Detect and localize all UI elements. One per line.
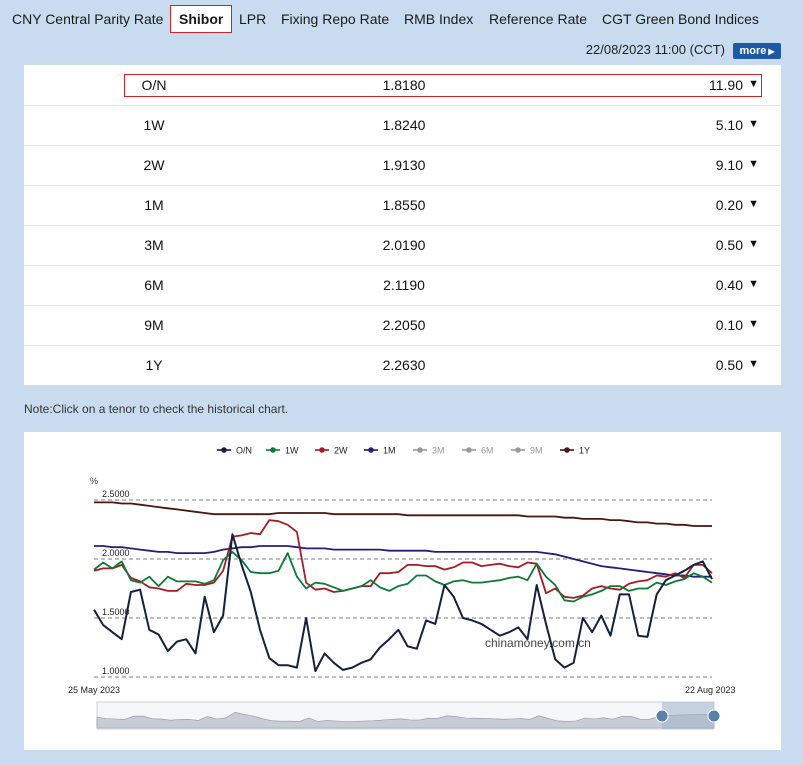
legend-marker: [221, 447, 227, 453]
more-label: more: [739, 45, 767, 57]
navigator-right-handle[interactable]: [707, 709, 721, 723]
legend-label: 9M: [530, 446, 543, 456]
change-value: 0.40: [715, 277, 743, 293]
chart-gridlines: [94, 499, 712, 678]
y-tick-label: 2.5000: [102, 489, 130, 499]
change-value: 0.10: [715, 317, 743, 333]
y-tick-label: 1.0000: [102, 666, 130, 676]
chart-series: [93, 501, 713, 673]
legend-label: 2W: [334, 446, 348, 456]
rate-value: 2.1190: [383, 277, 425, 293]
legend-item-3m[interactable]: 3M: [413, 446, 445, 456]
change-value: 0.20: [715, 197, 743, 213]
tab-bar: CNY Central Parity Rate Shibor LPR Fixin…: [0, 0, 803, 36]
chart-legend: O/N 1W 2W 1M 3M 6M 9M 1Y: [217, 446, 590, 456]
legend-marker: [564, 447, 570, 453]
series-line-on: [93, 533, 713, 673]
tenor-label: 9M: [144, 317, 164, 333]
rate-value: 1.8240: [382, 117, 426, 133]
tenor-label: 3M: [144, 237, 164, 253]
tenor-label: 1Y: [145, 357, 163, 373]
down-triangle-icon: ▼: [748, 118, 759, 130]
chart-watermark: chinamoney.com.cn: [485, 636, 591, 650]
legend-label: 1W: [285, 446, 299, 456]
rate-row-2w[interactable]: 2W 1.9130 9.10 ▼: [24, 145, 781, 186]
x-end-label: 22 Aug 2023: [685, 685, 736, 695]
change-value: 5.10: [715, 117, 743, 133]
legend-label: O/N: [236, 446, 252, 456]
more-button[interactable]: more ▶: [733, 43, 781, 59]
y-axis-label: %: [90, 476, 98, 486]
legend-item-2w[interactable]: 2W: [315, 446, 348, 456]
rate-value: 1.8550: [382, 197, 426, 213]
chart-panel: O/N 1W 2W 1M 3M 6M 9M 1Y % 2.5000 2.0000 1.5000 1.…: [24, 432, 781, 750]
legend-label: 6M: [481, 446, 494, 456]
legend-item-1y[interactable]: 1Y: [560, 446, 590, 456]
change-value: 11.90: [709, 77, 743, 93]
legend-marker: [270, 447, 276, 453]
tab-cgt-green-bond-indices[interactable]: CGT Green Bond Indices: [602, 5, 759, 33]
change-value: 9.10: [715, 157, 743, 173]
tenor-label: 1W: [143, 117, 165, 133]
y-tick-label: 2.0000: [102, 548, 130, 558]
tenor-label: 1M: [144, 197, 164, 213]
rate-value: 1.9130: [382, 157, 426, 173]
down-triangle-icon: ▼: [748, 358, 759, 370]
rate-value: 2.2050: [382, 317, 426, 333]
rate-row-1m[interactable]: 1M 1.8550 0.20 ▼: [24, 185, 781, 226]
tab-fixing-repo-rate[interactable]: Fixing Repo Rate: [281, 5, 389, 33]
rate-row-1w[interactable]: 1W 1.8240 5.10 ▼: [24, 105, 781, 146]
x-start-label: 25 May 2023: [68, 685, 120, 695]
legend-item-1m[interactable]: 1M: [364, 446, 396, 456]
legend-item-on[interactable]: O/N: [217, 446, 252, 456]
navigator-selected-range[interactable]: [662, 702, 714, 729]
shibor-history-chart: O/N 1W 2W 1M 3M 6M 9M 1Y % 2.50002.00001.50001.…: [68, 446, 736, 730]
tenor-label: 2W: [143, 157, 165, 173]
series-line-1y: [94, 501, 712, 527]
legend-marker: [319, 447, 325, 453]
tab-lpr[interactable]: LPR: [239, 5, 266, 33]
legend-marker: [417, 447, 423, 453]
legend-marker: [466, 447, 472, 453]
legend-label: 3M: [432, 446, 445, 456]
range-navigator[interactable]: [96, 701, 721, 730]
update-timestamp: 22/08/2023 11:00 (CCT): [585, 42, 725, 57]
tab-cny-central-parity-rate[interactable]: CNY Central Parity Rate: [12, 5, 163, 33]
legend-label: 1M: [383, 446, 396, 456]
legend-item-6m[interactable]: 6M: [462, 446, 494, 456]
tab-rmb-index[interactable]: RMB Index: [404, 5, 473, 33]
tenor-label: 6M: [144, 277, 164, 293]
legend-marker: [368, 447, 374, 453]
legend-item-9m[interactable]: 9M: [511, 446, 543, 456]
tab-shibor[interactable]: Shibor: [170, 5, 233, 33]
change-value: 0.50: [715, 357, 743, 373]
navigator-left-handle[interactable]: [655, 709, 669, 723]
rate-row-9m[interactable]: 9M 2.2050 0.10 ▼: [24, 305, 781, 346]
legend-label: 1Y: [579, 446, 590, 456]
change-value: 0.50: [715, 237, 743, 253]
rate-value: 2.2630: [382, 357, 426, 373]
rate-row-1y[interactable]: 1Y 2.2630 0.50 ▼: [24, 345, 781, 385]
y-axis-ticks: 2.50002.00001.50001.0000: [102, 489, 130, 676]
rate-row-3m[interactable]: 3M 2.0190 0.50 ▼: [24, 225, 781, 266]
rate-value: 2.0190: [382, 237, 426, 253]
play-arrow-icon: ▶: [768, 47, 775, 56]
shibor-rate-table: O/N 1.8180 11.90 ▼ 1W 1.8240 5.10 ▼ 2W 1…: [24, 65, 781, 385]
down-triangle-icon: ▼: [748, 238, 759, 250]
tab-reference-rate[interactable]: Reference Rate: [489, 5, 587, 33]
down-triangle-icon: ▼: [748, 78, 759, 90]
down-triangle-icon: ▼: [748, 278, 759, 290]
rate-row-6m[interactable]: 6M 2.1190 0.40 ▼: [24, 265, 781, 306]
rate-row-on[interactable]: O/N 1.8180 11.90 ▼: [24, 65, 781, 106]
series-line-1m: [94, 545, 712, 578]
help-note: Note:Click on a tenor to check the histo…: [24, 402, 289, 416]
tenor-label: O/N: [141, 77, 167, 93]
rate-value: 1.8180: [382, 77, 426, 93]
down-triangle-icon: ▼: [748, 198, 759, 210]
down-triangle-icon: ▼: [748, 158, 759, 170]
legend-item-1w[interactable]: 1W: [266, 446, 299, 456]
down-triangle-icon: ▼: [748, 318, 759, 330]
legend-marker: [515, 447, 521, 453]
